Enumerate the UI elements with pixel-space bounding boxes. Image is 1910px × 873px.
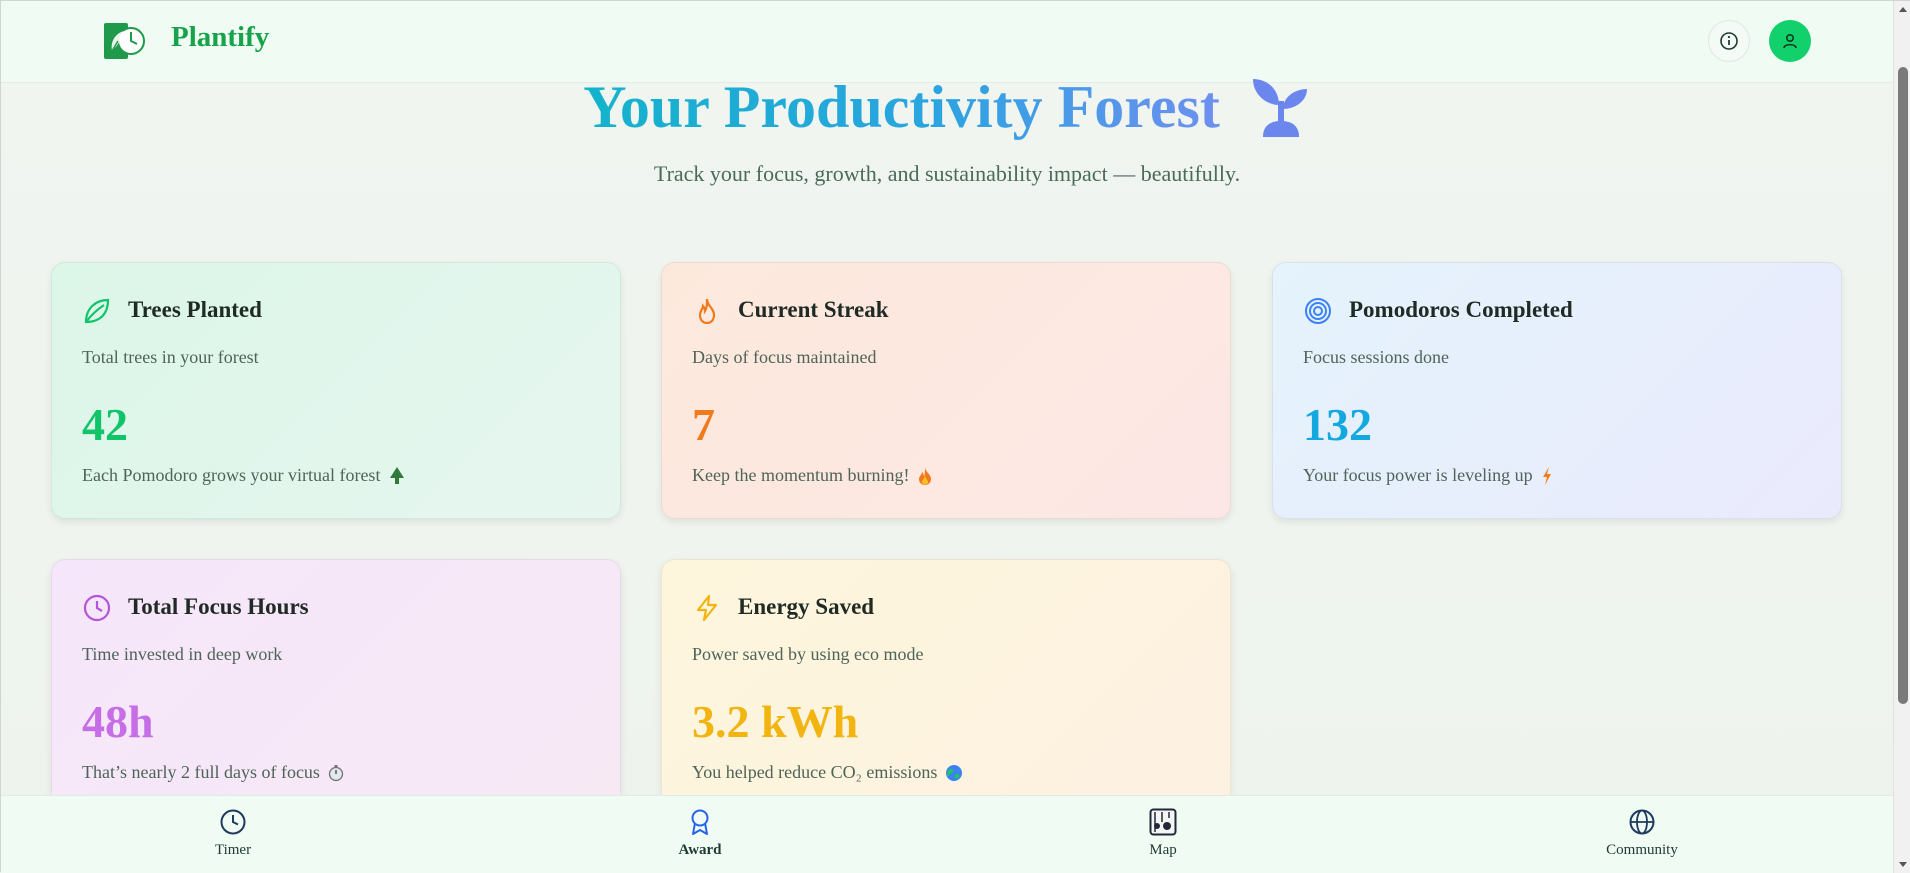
pomodoros-completed-card: Pomodoros Completed Focus sessions done …	[1272, 262, 1842, 519]
nav-label: Community	[1606, 842, 1678, 858]
card-title: Total Focus Hours	[128, 594, 309, 619]
nav-map[interactable]: Map	[1103, 808, 1223, 859]
globe-icon	[946, 764, 963, 781]
sprout-icon	[1252, 79, 1307, 137]
flame-icon	[698, 298, 716, 325]
nav-community[interactable]: Community	[1582, 808, 1702, 859]
logo-icon	[104, 23, 145, 59]
top-header: Plantify	[1, 1, 1893, 83]
card-note: That’s nearly 2 full days of focus	[82, 762, 344, 783]
profile-button[interactable]	[1769, 20, 1811, 62]
card-title: Pomodoros Completed	[1349, 297, 1573, 322]
map-icon	[1149, 808, 1177, 836]
card-description: Total trees in your forest	[82, 347, 259, 367]
card-value: 3.2 kWh	[692, 696, 859, 747]
bottom-navigation: Timer Award Map Community	[1, 795, 1893, 873]
card-description: Focus sessions done	[1303, 347, 1450, 367]
trees-planted-card: Trees Planted Total trees in your forest…	[51, 262, 621, 519]
lightning-icon	[1542, 466, 1551, 485]
card-note-text: Your focus power is leveling up	[1303, 465, 1533, 485]
card-note-text: You helped reduce CO₂ emissions	[692, 762, 938, 782]
card-value: 7	[692, 399, 715, 450]
card-description: Time invested in deep work	[82, 644, 283, 664]
card-title: Trees Planted	[128, 297, 262, 322]
card-note: Keep the momentum burning!	[692, 465, 933, 486]
clock-icon	[83, 594, 111, 622]
globe-icon	[1629, 809, 1655, 835]
fire-icon	[919, 466, 932, 485]
card-title: Current Streak	[738, 297, 889, 322]
page-subtitle: Track your focus, growth, and sustainabi…	[653, 161, 1241, 186]
energy-saved-card: Energy Saved Power saved by using eco mo…	[661, 559, 1231, 819]
card-value: 132	[1303, 399, 1372, 450]
card-title: Energy Saved	[738, 594, 875, 619]
card-description: Power saved by using eco mode	[692, 644, 924, 664]
card-value: 42	[82, 399, 128, 450]
stopwatch-icon	[328, 764, 344, 781]
app-window: Plantify Your Productivity Forest Track …	[0, 0, 1910, 873]
scroll-up-arrow-icon[interactable]	[1898, 5, 1908, 15]
user-icon	[1783, 33, 1797, 49]
total-focus-hours-card: Total Focus Hours Time invested in deep …	[51, 559, 621, 819]
nav-timer[interactable]: Timer	[173, 808, 293, 859]
card-note-text: That’s nearly 2 full days of focus	[82, 762, 320, 782]
page-title: Your Productivity Forest	[1, 73, 1893, 142]
nav-label: Map	[1149, 842, 1177, 858]
nav-label: Timer	[214, 842, 252, 858]
card-note: Each Pomodoro grows your virtual forest	[82, 465, 406, 486]
current-streak-card: Current Streak Days of focus maintained …	[661, 262, 1231, 519]
nav-label: Award	[678, 842, 722, 858]
award-icon	[691, 809, 709, 835]
vertical-scrollbar[interactable]	[1893, 1, 1910, 873]
page-title-text: Your Productivity Forest	[583, 74, 1220, 140]
info-icon	[1720, 32, 1738, 50]
leaf-icon	[84, 298, 110, 324]
clock-icon	[220, 809, 246, 835]
info-button[interactable]	[1708, 20, 1750, 62]
bolt-icon	[696, 594, 718, 622]
card-note-text: Keep the momentum burning!	[692, 465, 910, 485]
scrollbar-thumb[interactable]	[1898, 67, 1908, 704]
card-description: Days of focus maintained	[692, 347, 877, 367]
card-note: You helped reduce CO₂ emissions	[692, 762, 963, 783]
card-note: Your focus power is leveling up	[1303, 465, 1553, 486]
nav-award[interactable]: Award	[640, 808, 760, 859]
card-note-text: Each Pomodoro grows your virtual forest	[82, 465, 381, 485]
tree-icon	[390, 466, 405, 484]
scroll-down-arrow-icon[interactable]	[1898, 859, 1908, 869]
brand-name[interactable]: Plantify	[171, 21, 269, 54]
target-icon	[1305, 298, 1331, 324]
card-value: 48h	[82, 696, 154, 747]
